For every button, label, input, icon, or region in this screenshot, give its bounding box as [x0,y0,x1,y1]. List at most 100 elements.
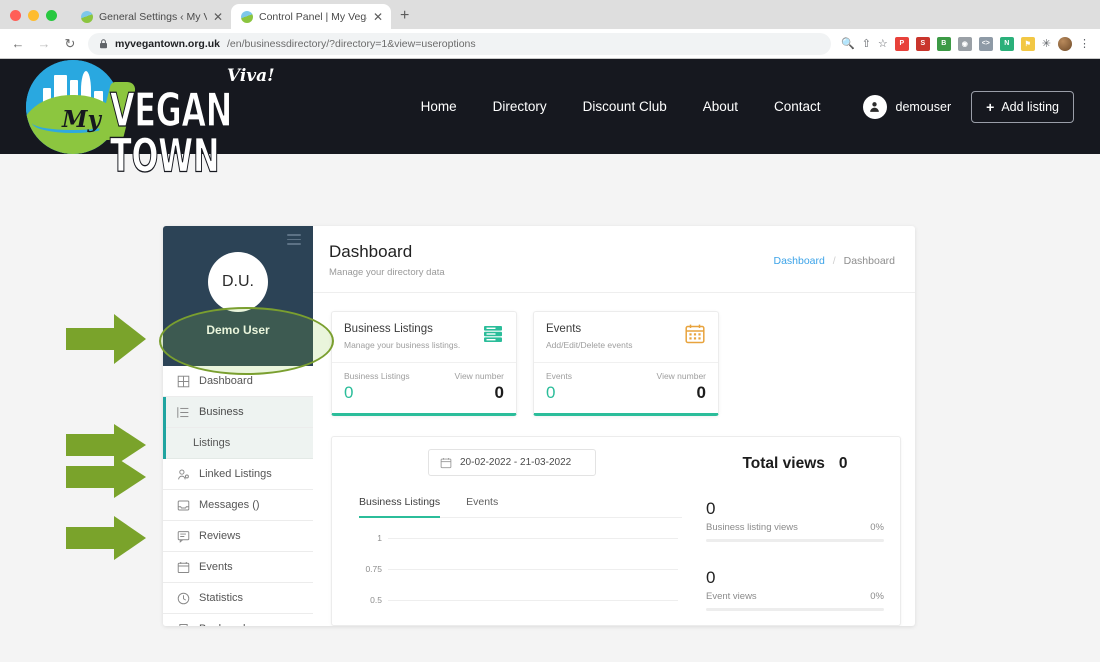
sidebar-item-reviews[interactable]: Reviews [163,521,313,552]
nav-item-discount-club[interactable]: Discount Club [583,99,667,114]
people-icon [177,468,190,481]
tab-events[interactable]: Events [466,496,498,518]
card-business-listings[interactable]: Business Listings Manage your business l… [331,311,517,416]
stat-label: Business listing views [706,522,798,533]
main-navigation: Home Directory Discount Club About Conta… [421,99,821,114]
user-name: demouser [896,100,952,114]
nav-item-about[interactable]: About [703,99,738,114]
sidebar-item-linked-listings[interactable]: Linked Listings [163,459,313,490]
card-stat-value: 0 [626,383,706,403]
sidebar-item-statistics[interactable]: Statistics [163,583,313,614]
progress-bar [706,539,884,542]
stat-value: 0 [706,499,884,519]
grid-icon [177,375,190,388]
maximize-window-button[interactable] [46,10,57,21]
stat-event-views: 0 Event views 0% [706,568,884,611]
tab-title: General Settings ‹ My Vegan T [99,11,207,23]
card-stat-label: View number [424,371,504,381]
card-events[interactable]: Events Add/Edit/Delete events [533,311,719,416]
clock-icon [177,592,190,605]
card-stats: Events 0 View number 0 [534,363,718,413]
address-bar[interactable]: myvegantown.org.uk/en/businessdirectory/… [88,33,831,55]
sidebar-item-label: Messages () [199,499,260,511]
browser-tab-1[interactable]: General Settings ‹ My Vegan T ✕ [71,4,231,29]
url-bar-row: ← → ↻ myvegantown.org.uk/en/businessdire… [0,29,1100,59]
sidebar-item-label: Dashboard [199,375,253,387]
url-host: myvegantown.org.uk [115,38,220,50]
card-title: Business Listings [344,323,460,335]
close-window-button[interactable] [10,10,21,21]
stat-label: Event views [706,591,757,602]
sidebar-menu: Dashboard Business Listings Linked Listi… [163,366,313,626]
extension-b-icon[interactable]: B [937,37,951,51]
hamburger-icon[interactable] [287,234,301,248]
card-stat-left: Events 0 [546,371,626,403]
back-icon[interactable]: ← [10,36,26,51]
date-range-picker[interactable]: 20-02-2022 - 21-03-2022 [428,449,596,476]
browser-tab-2[interactable]: Control Panel | My Vegan Town ✕ [231,4,391,29]
nav-item-directory[interactable]: Directory [493,99,547,114]
card-stat-label: Events [546,371,626,381]
sidebar-item-events[interactable]: Events [163,552,313,583]
sidebar-item-bookmarks[interactable]: Bookmarks [163,614,313,626]
chrome-menu-icon[interactable]: ⋮ [1079,37,1090,50]
card-description: Manage your business listings. [344,340,460,350]
breadcrumb-link[interactable]: Dashboard [773,255,824,267]
url-path: /en/businessdirectory/?directory=1&view=… [227,38,476,50]
chart-ytick-label: 0.5 [342,595,382,605]
arrow-statistics [66,516,146,560]
close-icon[interactable]: ✕ [213,11,223,23]
profile-avatar[interactable] [1058,37,1072,51]
new-tab-button[interactable]: + [391,7,418,29]
lock-icon [99,39,108,49]
extensions-puzzle-icon[interactable]: ✳ [1042,37,1051,50]
extension-s-icon[interactable]: S [916,37,930,51]
extension-code-icon[interactable]: <> [979,37,993,51]
extension-camera-icon[interactable]: ◉ [958,37,972,51]
progress-bar [706,608,884,611]
control-panel: D.U. Demo User Dashboard Business [163,226,915,626]
sidebar-item-label: Business [199,406,244,418]
analytics-panel: 20-02-2022 - 21-03-2022 Business Listing… [331,436,901,626]
browser-toolbar-icons: 🔍 ⇧ ☆ P S B ◉ <> N ⚑ ✳ ⋮ [841,37,1090,51]
total-views-value: 0 [839,455,848,473]
breadcrumb: Dashboard / Dashboard [773,255,895,267]
card-stat-left: Business Listings 0 [344,371,424,403]
forward-icon[interactable]: → [36,36,52,51]
minimize-window-button[interactable] [28,10,39,21]
page-subtitle: Manage your directory data [329,267,445,278]
card-stats: Business Listings 0 View number 0 [332,363,516,413]
card-stat-label: Business Listings [344,371,424,381]
sidebar-item-label: Events [199,561,233,573]
sidebar-item-messages[interactable]: Messages () [163,490,313,521]
card-stat-right: View number 0 [626,371,706,403]
extension-flag-icon[interactable]: ⚑ [1021,37,1035,51]
nav-item-home[interactable]: Home [421,99,457,114]
calendar-icon [440,457,452,469]
tab-favicon [241,11,253,23]
logo-script-word: My [62,106,101,133]
zoom-icon[interactable]: 🔍 [841,37,855,50]
share-icon[interactable]: ⇧ [862,37,871,50]
add-listing-button[interactable]: + Add listing [971,91,1074,123]
total-views-header: Total views 0 [706,455,884,473]
close-icon[interactable]: ✕ [373,11,383,23]
chart-gridline [388,538,678,539]
arrow-business-listings [66,314,146,364]
calendar-icon [177,561,190,574]
extension-new-icon[interactable]: N [1000,37,1014,51]
sidebar-item-business[interactable]: Business [163,397,313,428]
user-account-chip[interactable]: demouser [863,95,952,119]
extension-pdf-icon[interactable]: P [895,37,909,51]
chart-gridline [388,569,678,570]
reload-icon[interactable]: ↻ [62,36,78,52]
tab-business-listings[interactable]: Business Listings [359,496,440,518]
card-stat-value: 0 [546,383,626,403]
site-logo[interactable]: My Viva! VEGAN TOWN [26,60,271,154]
bookmark-star-icon[interactable]: ☆ [878,37,888,50]
nav-item-contact[interactable]: Contact [774,99,821,114]
bookmark-icon [177,623,190,627]
content-header: Dashboard Manage your directory data Das… [313,226,915,293]
stat-value: 0 [706,568,884,588]
sidebar-subitem-listings[interactable]: Listings [163,428,313,459]
